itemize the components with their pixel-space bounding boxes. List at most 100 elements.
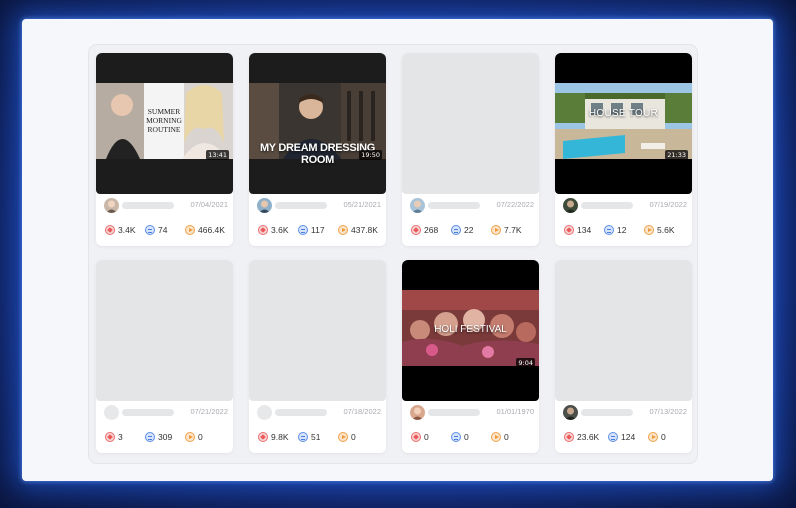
comment-icon <box>145 432 155 442</box>
views-count: 7.7K <box>504 225 522 235</box>
author-name-placeholder <box>275 409 327 416</box>
video-card[interactable]: 07/18/2022 9.8K 51 0 <box>249 260 386 453</box>
comments-count: 117 <box>311 225 325 235</box>
card-meta: 07/04/2021 <box>104 198 228 214</box>
comment-icon <box>145 225 155 235</box>
publish-date: 07/04/2021 <box>190 200 228 209</box>
comments-stat: 0 <box>451 430 469 444</box>
author-name-placeholder <box>428 202 480 209</box>
card-meta: 07/13/2022 <box>563 405 687 421</box>
heart-icon <box>411 225 421 235</box>
comments-count: 74 <box>158 225 168 235</box>
author-name-placeholder <box>581 202 633 209</box>
video-card[interactable]: MY DREAM DRESSING ROOM 19:50 05/21/2021 … <box>249 53 386 246</box>
card-meta: 01/01/1970 <box>410 405 534 421</box>
comments-count: 51 <box>311 432 321 442</box>
video-card[interactable]: HOLI FESTIVAL 9:04 01/01/1970 0 0 0 <box>402 260 539 453</box>
avatar-placeholder[interactable] <box>104 405 119 420</box>
video-thumbnail[interactable]: HOUSE TOUR 21:33 <box>555 53 692 194</box>
card-stats: 3.6K 117 437.8K <box>258 223 386 237</box>
author-name-placeholder <box>122 202 174 209</box>
video-thumbnail-placeholder[interactable] <box>555 260 692 401</box>
thumbnail-image <box>555 83 692 159</box>
play-icon <box>644 225 654 235</box>
video-card[interactable]: 07/13/2022 23.6K 124 0 <box>555 260 692 453</box>
heart-icon <box>105 432 115 442</box>
author-name-placeholder <box>275 202 327 209</box>
likes-stat: 23.6K <box>564 430 599 444</box>
likes-stat: 3 <box>105 430 123 444</box>
publish-date: 05/21/2021 <box>343 200 381 209</box>
views-count: 466.4K <box>198 225 225 235</box>
comments-count: 22 <box>464 225 474 235</box>
views-count: 0 <box>198 432 203 442</box>
heart-icon <box>564 225 574 235</box>
publish-date: 07/13/2022 <box>649 407 687 416</box>
publish-date: 07/18/2022 <box>343 407 381 416</box>
avatar[interactable] <box>410 405 425 420</box>
views-count: 437.8K <box>351 225 378 235</box>
likes-count: 0 <box>424 432 429 442</box>
heart-icon <box>564 432 574 442</box>
video-card[interactable]: 07/22/2022 268 22 7.7K <box>402 53 539 246</box>
avatar[interactable] <box>563 405 578 420</box>
publish-date: 01/01/1970 <box>496 407 534 416</box>
video-thumbnail[interactable]: HOLI FESTIVAL 9:04 <box>402 260 539 401</box>
comment-icon <box>451 432 461 442</box>
likes-count: 3.6K <box>271 225 289 235</box>
avatar[interactable] <box>257 198 272 213</box>
likes-stat: 268 <box>411 223 438 237</box>
comment-icon <box>604 225 614 235</box>
play-icon <box>338 432 348 442</box>
video-card[interactable]: HOUSE TOUR 21:33 07/19/2022 134 12 5.6K <box>555 53 692 246</box>
video-duration: 13:41 <box>206 150 229 160</box>
likes-count: 23.6K <box>577 432 600 442</box>
comments-count: 12 <box>617 225 627 235</box>
card-stats: 9.8K 51 0 <box>258 430 386 444</box>
publish-date: 07/19/2022 <box>649 200 687 209</box>
video-thumbnail-placeholder[interactable] <box>249 260 386 401</box>
video-thumbnail-placeholder[interactable] <box>402 53 539 194</box>
video-thumbnail-placeholder[interactable] <box>96 260 233 401</box>
views-stat: 0 <box>491 430 509 444</box>
heart-icon <box>105 225 115 235</box>
video-card[interactable]: SUMMER MORNING ROUTINE 13:41 07/04/2021 … <box>96 53 233 246</box>
card-stats: 3.4K 74 466.4K <box>105 223 233 237</box>
publish-date: 07/22/2022 <box>496 200 534 209</box>
avatar[interactable] <box>410 198 425 213</box>
video-title-overlay: SUMMER MORNING ROUTINE <box>146 107 182 134</box>
video-thumbnail[interactable]: SUMMER MORNING ROUTINE 13:41 <box>96 53 233 194</box>
video-thumbnail[interactable]: MY DREAM DRESSING ROOM 19:50 <box>249 53 386 194</box>
likes-stat: 134 <box>564 223 591 237</box>
heart-icon <box>411 432 421 442</box>
comments-stat: 51 <box>298 430 320 444</box>
likes-stat: 3.4K <box>105 223 136 237</box>
avatar-placeholder[interactable] <box>257 405 272 420</box>
likes-stat: 3.6K <box>258 223 289 237</box>
card-stats: 3 309 0 <box>105 430 233 444</box>
video-card[interactable]: 07/21/2022 3 309 0 <box>96 260 233 453</box>
video-duration: 21:33 <box>665 150 688 160</box>
avatar[interactable] <box>104 198 119 213</box>
comments-count: 0 <box>464 432 469 442</box>
views-stat: 5.6K <box>644 223 675 237</box>
card-stats: 23.6K 124 0 <box>564 430 692 444</box>
card-stats: 268 22 7.7K <box>411 223 539 237</box>
comment-icon <box>298 225 308 235</box>
views-stat: 0 <box>185 430 203 444</box>
views-stat: 0 <box>338 430 356 444</box>
heart-icon <box>258 432 268 442</box>
play-icon <box>338 225 348 235</box>
video-title-overlay: HOUSE TOUR <box>588 108 659 119</box>
views-count: 5.6K <box>657 225 675 235</box>
views-stat: 437.8K <box>338 223 378 237</box>
comments-stat: 309 <box>145 430 172 444</box>
comments-stat: 117 <box>298 223 325 237</box>
likes-count: 268 <box>424 225 439 235</box>
avatar[interactable] <box>563 198 578 213</box>
heart-icon <box>258 225 268 235</box>
comments-stat: 22 <box>451 223 473 237</box>
views-count: 0 <box>504 432 509 442</box>
card-stats: 134 12 5.6K <box>564 223 692 237</box>
play-icon <box>185 225 195 235</box>
